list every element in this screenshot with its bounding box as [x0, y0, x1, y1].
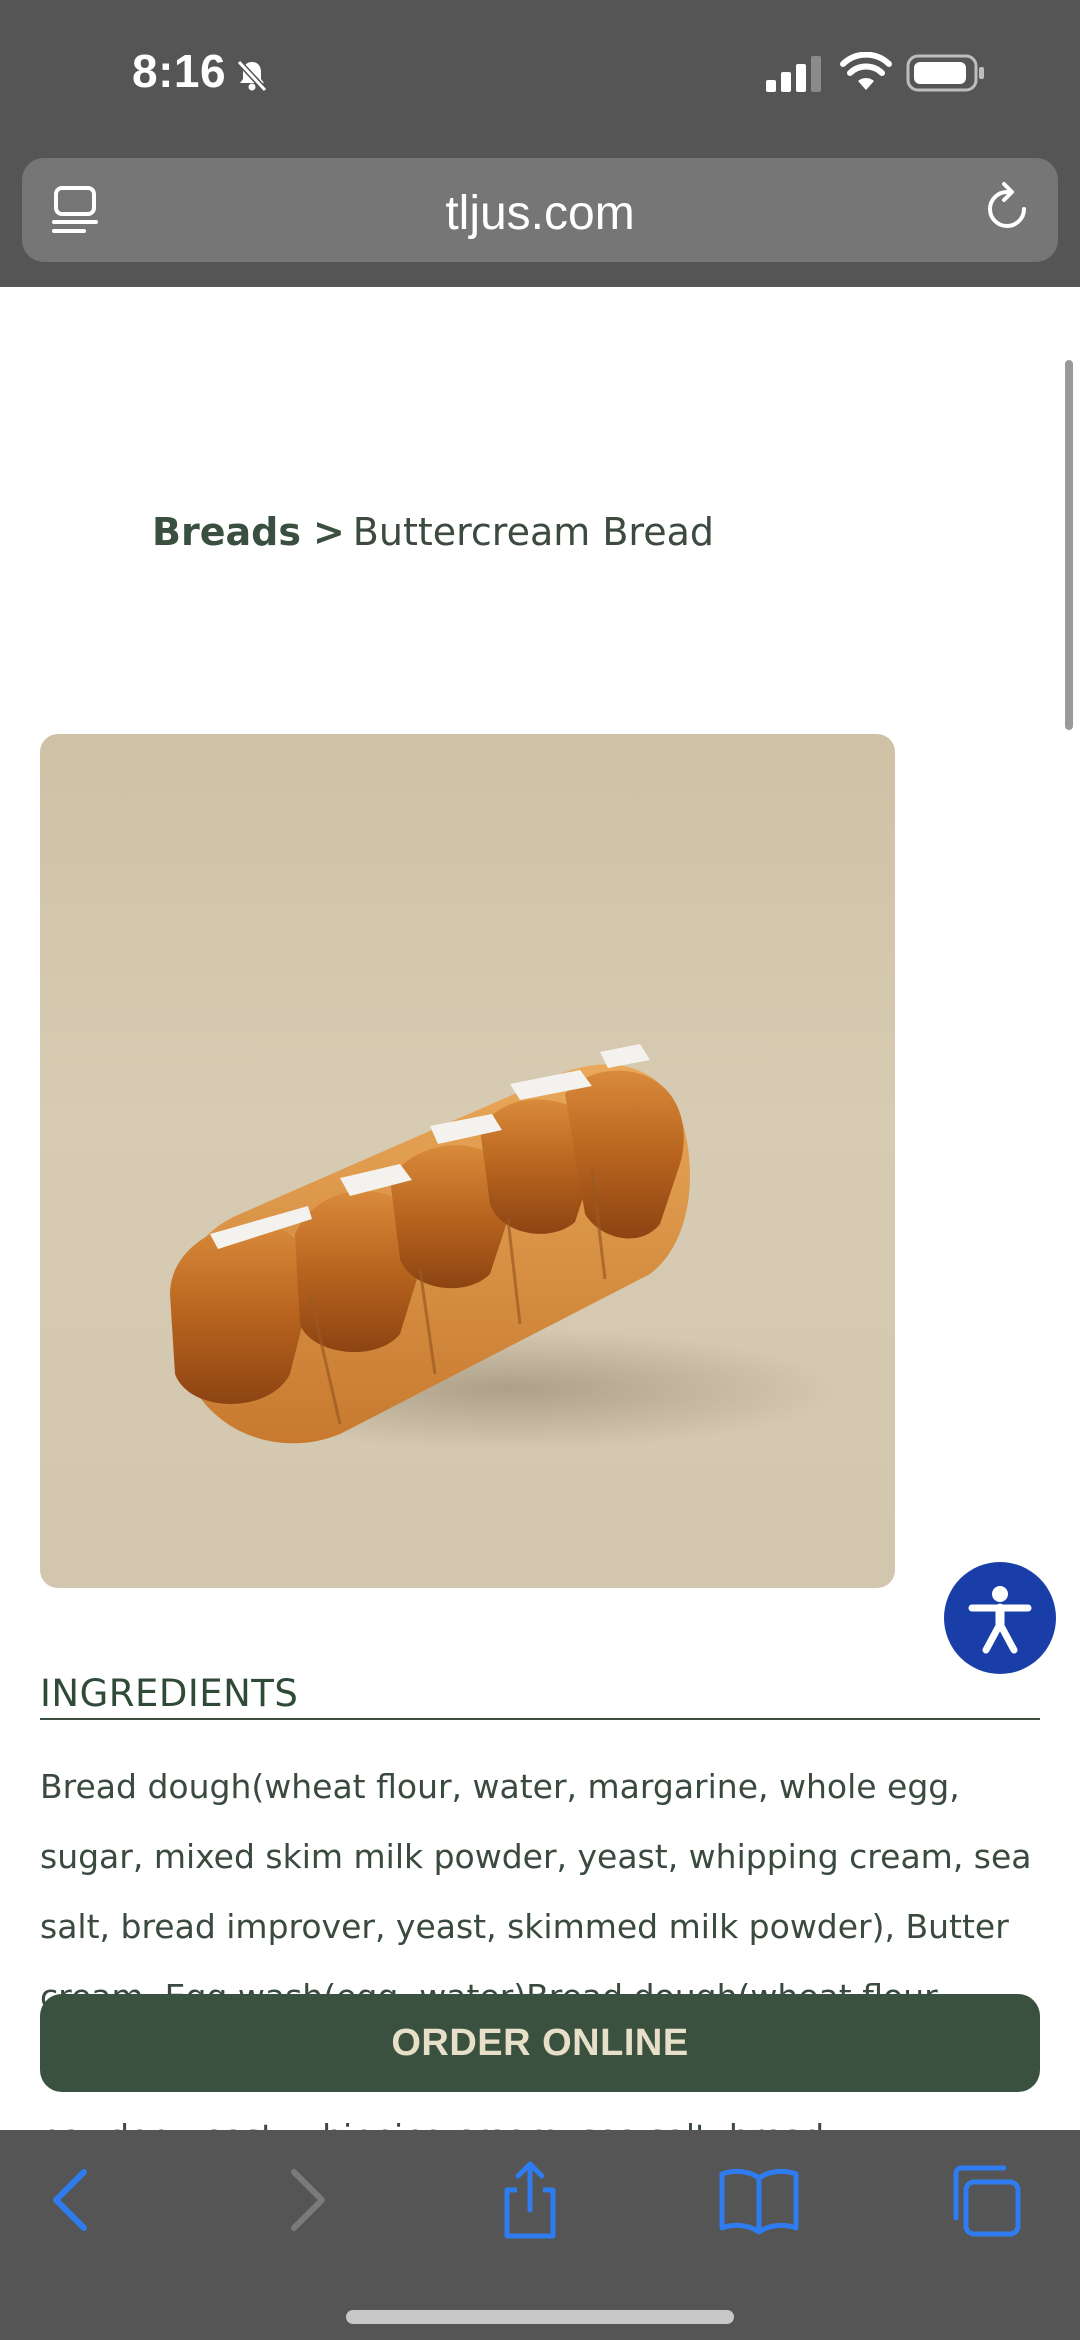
ingredients-divider — [40, 1718, 1040, 1720]
status-time: 8:16 — [132, 45, 227, 97]
ingredients-text: Bread dough(wheat flour, water, margarin… — [40, 1767, 1032, 2156]
url-text[interactable]: tljus.com — [22, 186, 1058, 241]
tabs-icon[interactable] — [942, 2160, 1032, 2240]
accessibility-button[interactable] — [944, 1562, 1056, 1674]
cellular-signal-icon — [766, 56, 821, 92]
accessibility-icon — [968, 1586, 1032, 1654]
address-bar[interactable]: tljus.com — [22, 158, 1058, 262]
browser-top-chrome: 8:16 tljus.com — [0, 0, 1080, 287]
bookmarks-icon[interactable] — [714, 2160, 804, 2240]
breadcrumb-separator: > — [312, 510, 345, 554]
breadcrumb-breads-link[interactable]: Breads — [152, 510, 301, 554]
back-arrow-icon[interactable] — [26, 2160, 116, 2240]
home-indicator — [346, 2310, 734, 2324]
breadcrumb-current: Buttercream Bread — [352, 510, 715, 554]
ingredients-heading: INGREDIENTS — [40, 1672, 299, 1715]
battery-icon — [906, 54, 984, 92]
share-icon[interactable] — [485, 2160, 575, 2240]
wifi-icon — [840, 52, 892, 90]
page-scrollbar[interactable] — [1065, 360, 1073, 730]
order-online-button[interactable]: ORDER ONLINE — [40, 1994, 1040, 2092]
silent-mode-icon — [236, 59, 268, 93]
product-image — [40, 734, 895, 1588]
reload-icon[interactable] — [978, 180, 1036, 238]
breadcrumb: Breads > Buttercream Bread — [152, 510, 714, 554]
forward-arrow-icon[interactable] — [262, 2160, 352, 2240]
browser-bottom-toolbar — [0, 2130, 1080, 2340]
bread-illustration — [170, 1044, 840, 1449]
